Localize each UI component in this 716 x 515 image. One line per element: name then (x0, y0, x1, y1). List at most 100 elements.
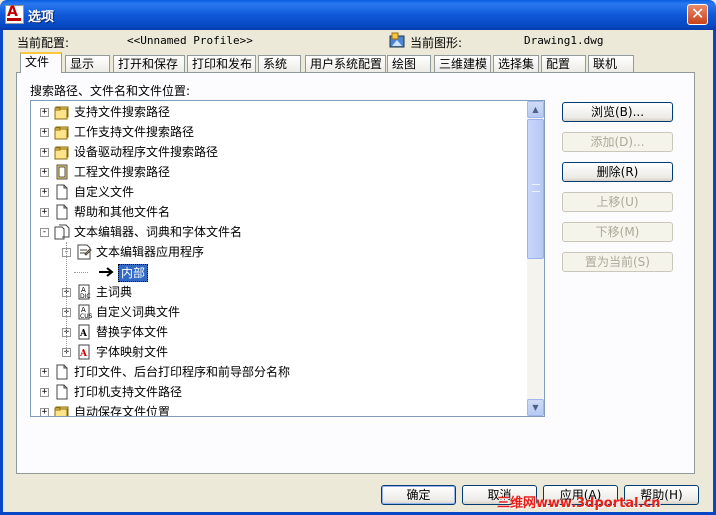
document-icon (56, 364, 68, 380)
tab-online[interactable]: 联机 (588, 55, 634, 72)
expand-icon[interactable]: + (40, 208, 49, 217)
tree-item-label: 工作支持文件搜索路径 (74, 125, 195, 139)
tree-item[interactable]: + 打印机支持文件路径 (31, 382, 531, 402)
current-drawing-value: Drawing1.dwg (524, 34, 604, 47)
close-icon: ✕ (691, 4, 705, 23)
expand-icon[interactable]: + (40, 148, 49, 157)
document-icon (56, 184, 68, 200)
custom-dictionary-icon: CUSA (78, 304, 92, 320)
file-tree[interactable]: + 支持文件搜索路径 + 工作支持文件搜索路径 + 设备驱动程序文件搜索路径 + 工程文件搜索… (30, 100, 545, 417)
tree-item[interactable]: - 文本编辑器应用程序 (31, 242, 531, 262)
close-button[interactable]: ✕ (687, 4, 708, 25)
search-paths-label: 搜索路径、文件名和文件位置: (30, 84, 191, 98)
tree-item[interactable]: + 自动保存文件位置 (31, 402, 531, 417)
tab-system[interactable]: 系统 (258, 55, 301, 72)
window-title: 选项 (28, 10, 55, 25)
tree-item-label: 打印文件、后台打印程序和前导部分名称 (74, 365, 291, 379)
folder-stack-icon (54, 406, 69, 416)
move-up-button[interactable]: 上移(U) (562, 192, 673, 212)
tab-user-preferences[interactable]: 用户系统配置 (305, 55, 386, 72)
tree-item-label: 设备驱动程序文件搜索路径 (74, 145, 219, 159)
expand-icon[interactable]: + (40, 388, 49, 397)
folder-stack-icon (54, 126, 69, 140)
tree-item[interactable]: + 工作支持文件搜索路径 (31, 122, 531, 142)
tab-files[interactable]: 文件 (20, 52, 62, 73)
svg-text:CUS: CUS (80, 313, 92, 320)
project-file-icon (56, 164, 68, 180)
tree-item-label: 替换字体文件 (96, 325, 169, 339)
text-editor-icon (77, 244, 92, 260)
tree-scrollbar[interactable]: ▲ ▼ (527, 101, 544, 416)
tab-open-save[interactable]: 打开和保存 (113, 55, 185, 72)
svg-text:A: A (81, 306, 86, 314)
font-file-icon: A (78, 324, 90, 340)
expand-icon[interactable]: + (40, 128, 49, 137)
folder-stack-icon (54, 106, 69, 120)
current-drawing-label: 当前图形: (410, 36, 463, 50)
tree-item-label: 打印机支持文件路径 (74, 385, 183, 399)
window-frame-left (0, 30, 3, 515)
current-profile-value: <<Unnamed Profile>> (127, 34, 253, 47)
title-bar: A 选项 ✕ (0, 0, 716, 30)
svg-text:DIC: DIC (80, 293, 91, 300)
folder-stack-icon (54, 146, 69, 160)
tree-item[interactable]: + 自定义文件 (31, 182, 531, 202)
drawing-icon (389, 32, 405, 48)
expand-icon[interactable]: + (40, 168, 49, 177)
tab-display[interactable]: 显示 (65, 55, 110, 72)
document-stack-icon (54, 224, 70, 240)
add-button[interactable]: 添加(D)... (562, 132, 673, 152)
browse-button[interactable]: 浏览(B)... (562, 102, 673, 122)
watermark-text: 三维网www.3dportal.cn (497, 496, 661, 511)
tab-3d-modeling[interactable]: 三维建模 (434, 55, 491, 72)
tree-item-label: 帮助和其他文件名 (74, 205, 171, 219)
tree-item-label: 自动保存文件位置 (74, 405, 171, 417)
current-profile-label: 当前配置: (17, 36, 70, 50)
tree-item-label: 工程文件搜索路径 (74, 165, 171, 179)
scroll-thumb[interactable] (527, 119, 544, 259)
tree-item-label: 文本编辑器、词典和字体文件名 (74, 225, 243, 239)
arrow-icon (99, 267, 114, 277)
ok-button[interactable]: 确定 (381, 485, 456, 505)
tree-item[interactable]: 内部 (31, 262, 531, 282)
tree-item[interactable]: + 支持文件搜索路径 (31, 102, 531, 122)
svg-text:A: A (81, 286, 86, 294)
expand-icon[interactable]: + (40, 368, 49, 377)
expand-icon[interactable]: + (40, 408, 49, 416)
tree-item[interactable]: + A 替换字体文件 (31, 322, 531, 342)
tree-item-label: 文本编辑器应用程序 (96, 245, 205, 259)
collapse-icon[interactable]: - (40, 228, 49, 237)
tab-selection[interactable]: 选择集 (493, 55, 539, 72)
dictionary-icon: DICA (78, 284, 91, 300)
scroll-up-button[interactable]: ▲ (527, 101, 544, 118)
document-icon (56, 204, 68, 220)
svg-text:A: A (79, 349, 88, 359)
tree-item[interactable]: + 打印文件、后台打印程序和前导部分名称 (31, 362, 531, 382)
tree-item-label: 自定义词典文件 (96, 305, 181, 319)
expand-icon[interactable]: + (40, 108, 49, 117)
tree-item-label: 主词典 (96, 285, 133, 299)
tree-item[interactable]: + 设备驱动程序文件搜索路径 (31, 142, 531, 162)
tree-item[interactable]: + 工程文件搜索路径 (31, 162, 531, 182)
font-map-icon: A (78, 344, 90, 360)
tab-drafting[interactable]: 绘图 (387, 55, 431, 72)
autocad-logo-icon: A (5, 4, 24, 24)
svg-text:A: A (79, 329, 88, 339)
tree-item[interactable]: + DIC A 主词典 (31, 282, 531, 302)
tree-item[interactable]: + A 字体映射文件 (31, 342, 531, 362)
tree-item[interactable]: - 文本编辑器、词典和字体文件名 (31, 222, 531, 242)
tree-item-label: 内部 (118, 264, 149, 282)
set-current-button[interactable]: 置为当前(S) (562, 252, 673, 272)
scroll-down-button[interactable]: ▼ (527, 399, 544, 416)
tree-item-label: 自定义文件 (74, 185, 135, 199)
tree-item[interactable]: + 帮助和其他文件名 (31, 202, 531, 222)
remove-button[interactable]: 删除(R) (562, 162, 673, 182)
move-down-button[interactable]: 下移(M) (562, 222, 673, 242)
document-icon (56, 384, 68, 400)
tree-item-label: 字体映射文件 (96, 345, 169, 359)
tree-item-label: 支持文件搜索路径 (74, 105, 171, 119)
tab-plot-publish[interactable]: 打印和发布 (187, 55, 256, 72)
tab-profiles[interactable]: 配置 (541, 55, 586, 72)
tree-item[interactable]: + CUS A 自定义词典文件 (31, 302, 531, 322)
expand-icon[interactable]: + (40, 188, 49, 197)
